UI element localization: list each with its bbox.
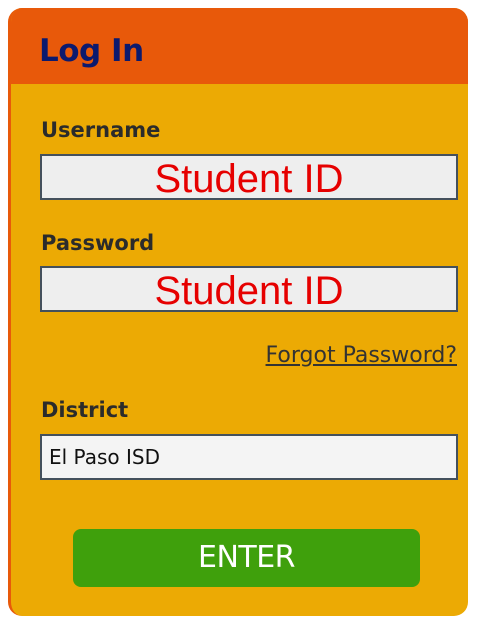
password-value: Student ID <box>154 269 344 313</box>
district-selected-value: El Paso ISD <box>49 445 160 469</box>
forgot-password-link[interactable]: Forgot Password? <box>266 345 457 367</box>
password-label: Password <box>41 231 155 255</box>
username-label: Username <box>41 118 161 142</box>
username-value: Student ID <box>154 157 344 201</box>
district-label: District <box>41 398 129 422</box>
username-input[interactable]: Student ID <box>40 154 458 201</box>
district-select[interactable]: El Paso ISD <box>40 434 458 480</box>
login-title: Log In <box>39 33 144 69</box>
login-header: Log In <box>11 8 468 84</box>
enter-button[interactable]: ENTER <box>73 529 420 587</box>
login-panel: Log In Username Student ID Password Stud… <box>8 8 468 616</box>
password-input[interactable]: Student ID <box>40 266 458 313</box>
